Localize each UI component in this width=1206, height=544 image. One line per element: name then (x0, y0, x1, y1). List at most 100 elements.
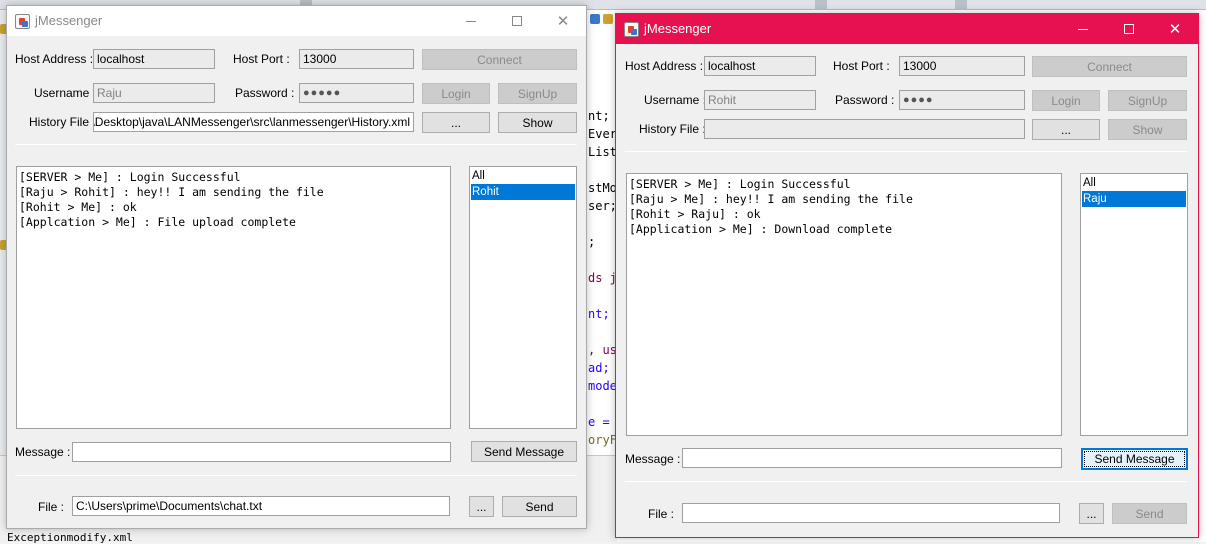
separator (15, 144, 577, 145)
username-label: Username : (644, 93, 707, 107)
message-input[interactable] (682, 448, 1062, 468)
window-title: jMessenger (644, 21, 712, 36)
send-file-button[interactable]: Send (502, 496, 577, 517)
host-address-field[interactable]: localhost (704, 56, 816, 76)
user-item-all[interactable]: All (471, 168, 575, 184)
minimize-icon (1078, 28, 1088, 30)
user-item-all[interactable]: All (1082, 175, 1186, 191)
arrow-icon[interactable] (590, 14, 600, 24)
code-line: mode (588, 379, 617, 393)
chat-area[interactable]: [SERVER > Me] : Login Successful [Raju >… (626, 173, 1062, 436)
connect-button[interactable]: Connect (422, 49, 577, 70)
chat-line: [Application > Me] : Download complete (629, 222, 893, 236)
code-line: e = (588, 415, 610, 429)
show-history-button[interactable]: Show (1108, 119, 1187, 140)
code-line: Ever (588, 127, 617, 141)
code-line: ; (588, 235, 596, 249)
app-icon (624, 22, 639, 37)
host-address-label: Host Address : (15, 52, 94, 66)
host-port-label: Host Port : (833, 59, 890, 73)
send-file-button[interactable]: Send (1112, 503, 1187, 524)
host-address-label: Host Address : (625, 59, 704, 73)
message-input[interactable] (72, 442, 451, 462)
password-label: Password : (835, 93, 895, 107)
file-path-field[interactable] (682, 503, 1060, 523)
toolbar-icon[interactable] (815, 0, 827, 10)
file-label: File : (648, 507, 675, 521)
chat-line: [SERVER > Me] : Login Successful (19, 170, 241, 184)
code-line: ds j (588, 271, 617, 285)
close-button[interactable]: ✕ (1152, 14, 1198, 44)
folder-icon[interactable] (603, 14, 613, 24)
code-line: ad; (588, 361, 610, 375)
minimize-button[interactable] (1060, 14, 1106, 44)
host-port-label: Host Port : (233, 52, 290, 66)
file-label: File : (38, 500, 65, 514)
chat-line: [Raju > Rohit] : hey!! I am sending the … (19, 185, 324, 199)
password-field[interactable]: ●●●●● (299, 83, 414, 103)
title-bar[interactable]: jMessenger ✕ (616, 14, 1198, 44)
code-line: , us (588, 343, 617, 357)
history-file-label: History File : (639, 122, 706, 136)
username-field[interactable]: Raju (93, 83, 215, 103)
separator (625, 151, 1187, 152)
chat-area[interactable]: [SERVER > Me] : Login Successful [Raju >… (16, 166, 451, 429)
code-line: List (588, 145, 617, 159)
chat-line: [Applcation > Me] : File upload complete (19, 215, 296, 229)
login-button[interactable]: Login (422, 83, 490, 104)
chat-line: [Raju > Me] : hey!! I am sending the fil… (629, 192, 913, 206)
user-item-raju[interactable]: Raju (1082, 191, 1186, 207)
code-line: nt; (588, 307, 610, 321)
code-line: stMo (588, 181, 617, 195)
toolbar-icon[interactable] (955, 0, 967, 10)
password-field[interactable]: ●●●● (899, 90, 1025, 110)
password-label: Password : (235, 86, 295, 100)
file-browse-button[interactable]: ... (469, 496, 494, 517)
close-icon: ✕ (556, 13, 570, 30)
host-port-field[interactable]: 13000 (899, 56, 1025, 76)
file-path-field[interactable]: C:\Users\prime\Documents\chat.txt (72, 496, 450, 516)
maximize-button[interactable] (494, 6, 540, 36)
user-list[interactable]: All Raju (1080, 173, 1188, 436)
connect-button[interactable]: Connect (1032, 56, 1187, 77)
maximize-button[interactable] (1106, 14, 1152, 44)
signup-button[interactable]: SignUp (1108, 90, 1187, 111)
username-label: Username : (34, 86, 97, 100)
maximize-icon (1124, 24, 1134, 34)
app-icon (15, 14, 30, 29)
history-file-field[interactable] (704, 119, 1025, 139)
chat-line: [Rohit > Me] : ok (19, 200, 137, 214)
file-browse-button[interactable]: ... (1079, 503, 1104, 524)
close-button[interactable]: ✕ (540, 6, 586, 36)
separator (625, 481, 1187, 482)
user-item-rohit[interactable]: Rohit (471, 184, 575, 200)
username-field[interactable]: Rohit (704, 90, 816, 110)
code-line: nt; (588, 109, 610, 123)
login-button[interactable]: Login (1032, 90, 1100, 111)
code-line: oryF (588, 433, 617, 447)
send-message-button[interactable]: Send Message (471, 441, 577, 462)
send-message-button[interactable]: Send Message (1081, 448, 1188, 470)
host-port-field[interactable]: 13000 (299, 49, 414, 69)
window-title: jMessenger (35, 13, 103, 28)
minimize-icon (466, 20, 476, 22)
output-text: Exceptionmodify.xml (7, 531, 133, 544)
title-bar[interactable]: jMessenger ✕ (7, 6, 586, 36)
user-list[interactable]: All Rohit (469, 166, 577, 429)
chat-line: [Rohit > Raju] : ok (629, 207, 761, 221)
signup-button[interactable]: SignUp (498, 83, 577, 104)
maximize-icon (512, 16, 522, 26)
history-browse-button[interactable]: ... (1032, 119, 1100, 140)
messenger-window-raju: jMessenger ✕ Host Address : localhost Ho… (6, 5, 587, 529)
host-address-field[interactable]: localhost (93, 49, 215, 69)
history-file-field[interactable]: prime\Desktop\java\LANMessenger\src\lanm… (93, 112, 414, 132)
show-history-button[interactable]: Show (498, 112, 577, 133)
message-label: Message : (15, 445, 71, 459)
code-line: ser; (588, 199, 617, 213)
close-icon: ✕ (1168, 21, 1182, 38)
chat-line: [SERVER > Me] : Login Successful (629, 177, 851, 191)
minimize-button[interactable] (448, 6, 494, 36)
history-browse-button[interactable]: ... (422, 112, 490, 133)
message-label: Message : (625, 452, 681, 466)
messenger-window-rohit: jMessenger ✕ Host Address : localhost Ho… (615, 13, 1199, 538)
